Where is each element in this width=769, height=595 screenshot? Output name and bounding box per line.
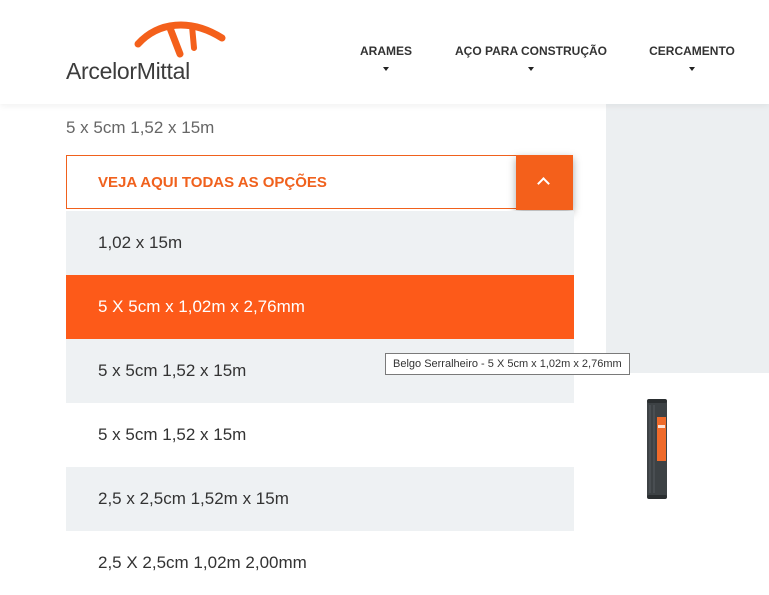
site-header: ArcelorMittal ARAMES AÇO PARA CONSTRUÇÃO…	[0, 0, 769, 104]
option-label: 5 x 5cm 1,52 x 15m	[98, 361, 247, 380]
caret-down-icon	[689, 67, 695, 71]
nav-aco-label: AÇO PARA CONSTRUÇÃO	[455, 44, 607, 58]
caret-down-icon	[383, 67, 389, 71]
option-label: 2,5 x 2,5cm 1,52m x 15m	[98, 489, 289, 508]
nav-cercamento[interactable]: CERCAMENTO	[648, 44, 736, 71]
option-item[interactable]: 5 x 5cm 1,52 x 15m	[66, 403, 574, 467]
option-item[interactable]: 1,02 x 15m	[66, 211, 574, 275]
chevron-up-icon	[537, 177, 550, 190]
dropdown-toggle-button[interactable]	[516, 155, 573, 210]
nav-aco-para-construcao[interactable]: AÇO PARA CONSTRUÇÃO	[455, 44, 607, 71]
product-thumbnail[interactable]	[646, 397, 668, 501]
option-label: 5 X 5cm x 1,02m x 2,76mm	[98, 297, 305, 316]
options-list: 1,02 x 15m 5 X 5cm x 1,02m x 2,76mm 5 x …	[66, 211, 574, 595]
option-label: 1,02 x 15m	[98, 233, 183, 252]
product-variant-title: 5 x 5cm 1,52 x 15m	[66, 118, 215, 137]
nav-arames[interactable]: ARAMES	[357, 44, 415, 71]
dropdown-title: VEJA AQUI TODAS AS OPÇÕES	[98, 174, 327, 191]
option-item[interactable]: 2,5 x 2,5cm 1,52m x 15m	[66, 467, 574, 531]
main-nav: ARAMES AÇO PARA CONSTRUÇÃO CERCAMENTO	[0, 44, 769, 84]
option-label: 5 x 5cm 1,52 x 15m	[98, 425, 247, 444]
wire-mesh-roll-image	[647, 399, 667, 499]
options-dropdown[interactable]: VEJA AQUI TODAS AS OPÇÕES	[66, 155, 573, 210]
nav-arames-label: ARAMES	[359, 44, 412, 58]
option-label: 2,5 X 2,5cm 1,02m 2,00mm	[98, 553, 307, 572]
hover-tooltip: Belgo Serralheiro - 5 X 5cm x 1,02m x 2,…	[385, 353, 630, 375]
option-item[interactable]: 2,5 X 2,5cm 1,02m 2,00mm	[66, 531, 574, 595]
option-item-selected[interactable]: 5 X 5cm x 1,02m x 2,76mm	[66, 275, 574, 339]
nav-cercamento-label: CERCAMENTO	[649, 44, 735, 58]
product-image-area	[606, 104, 769, 373]
caret-down-icon	[528, 67, 534, 71]
